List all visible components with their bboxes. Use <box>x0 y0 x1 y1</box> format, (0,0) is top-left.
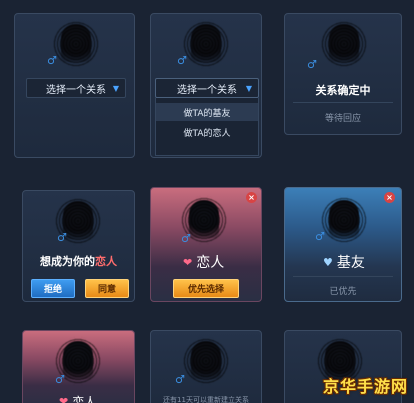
relation-card-3: ♂ 关系确定中 等待回应 <box>284 13 402 135</box>
watermark-logo: 京华手游网 <box>322 377 408 396</box>
relation-label-text: 恋人 <box>196 255 225 271</box>
avatar <box>183 20 229 68</box>
avatar <box>53 20 99 68</box>
request-text-prefix: 想成为你的 <box>40 255 95 268</box>
relation-label: ❤ 恋人 <box>183 252 224 272</box>
divider <box>293 102 393 103</box>
relation-card-4: ♂ 想成为你的恋人 拒绝 同意 <box>22 190 135 302</box>
avatar <box>321 196 367 244</box>
male-icon: ♂ <box>47 54 57 67</box>
relation-select-label: 选择一个关系 <box>177 84 237 96</box>
reject-button[interactable]: 拒绝 <box>31 279 75 298</box>
male-icon: ♂ <box>55 373 65 386</box>
relation-card-5: ♂ 还有11天可以重新建立关系 <box>150 330 262 403</box>
relation-label: ♥ 基友 <box>323 252 365 272</box>
heart-icon: ❤ <box>59 395 69 403</box>
relation-select-label: 选择一个关系 <box>46 84 106 96</box>
avatar <box>183 337 229 385</box>
close-icon[interactable]: × <box>246 192 257 203</box>
relation-select[interactable]: 选择一个关系 ▼ <box>26 78 126 98</box>
cooldown-note: 还有11天可以重新建立关系 <box>163 396 249 403</box>
relation-card-2: ♂ 选择一个关系 ▼ 做TA的基友 做TA的恋人 <box>150 13 262 158</box>
chevron-down-icon: ▼ <box>112 84 119 93</box>
relation-label: ❤ 恋人 <box>59 393 96 403</box>
relation-card-lover-2: ♂ ❤ 恋人 <box>22 330 135 403</box>
male-icon: ♂ <box>57 231 67 244</box>
relation-label-text: 恋人 <box>72 395 97 403</box>
relation-card-lover: × ♂ ❤ 恋人 优先选择 <box>150 187 262 302</box>
option-best-friend[interactable]: 做TA的基友 <box>156 103 258 121</box>
option-lover[interactable]: 做TA的恋人 <box>156 123 258 141</box>
male-icon: ♂ <box>175 373 185 386</box>
chevron-down-icon: ▼ <box>245 84 252 93</box>
request-text: 想成为你的恋人 <box>23 253 134 269</box>
sub-status-text: 等待回应 <box>324 114 361 124</box>
heart-icon: ❤ <box>183 255 193 269</box>
status-text: 关系确定中 <box>315 84 371 97</box>
priority-select-button[interactable]: 优先选择 <box>173 279 239 298</box>
accept-button[interactable]: 同意 <box>85 279 129 298</box>
avatar <box>321 20 367 68</box>
request-text-highlight: 恋人 <box>95 255 117 268</box>
close-icon[interactable]: × <box>384 192 395 203</box>
avatar <box>55 197 101 245</box>
relation-card-1: ♂ 选择一个关系 ▼ <box>14 13 135 158</box>
avatar <box>55 337 101 385</box>
relation-card-best-friend: × ♂ ♥ 基友 已优先 <box>284 187 402 302</box>
divider <box>293 276 393 277</box>
relation-dropdown: 做TA的基友 做TA的恋人 <box>155 98 259 156</box>
male-icon: ♂ <box>181 232 191 245</box>
male-icon: ♂ <box>315 230 325 243</box>
relation-label-text: 基友 <box>336 255 365 271</box>
relation-select-open[interactable]: 选择一个关系 ▼ <box>155 78 259 98</box>
best-friend-icon: ♥ <box>323 255 333 269</box>
prioritized-text: 已优先 <box>329 287 357 297</box>
male-icon: ♂ <box>307 58 317 71</box>
male-icon: ♂ <box>177 54 187 67</box>
avatar <box>181 196 227 244</box>
